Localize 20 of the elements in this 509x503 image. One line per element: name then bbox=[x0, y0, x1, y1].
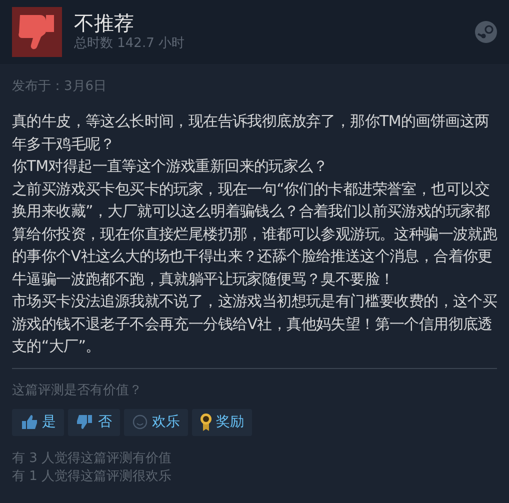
review-paragraph: 真的牛皮，等这么长时间，现在告诉我彻底放弃了，那你TM的画饼画这两年多干鸡毛呢？ bbox=[12, 111, 490, 154]
post-date: 发布于：3月6日 bbox=[12, 78, 108, 96]
award-button[interactable]: 奖励 bbox=[192, 408, 252, 436]
thumbs-down-icon bbox=[12, 7, 62, 57]
helpful-question: 这篇评测是否有价值？ bbox=[12, 382, 143, 398]
no-button[interactable]: 否 bbox=[68, 408, 120, 436]
yes-button[interactable]: 是 bbox=[12, 408, 64, 436]
review-verdict: 不推荐 bbox=[74, 11, 135, 35]
review-paragraph: 你TM对得起一直等这个游戏重新回来的玩家么？ bbox=[12, 156, 329, 177]
smiley-icon bbox=[132, 414, 148, 430]
steam-logo-icon bbox=[475, 21, 497, 43]
vote-count-text: 有 1 人觉得这篇评测很欢乐 bbox=[12, 468, 173, 486]
thumbs-down-icon bbox=[76, 414, 94, 430]
funny-button[interactable]: 欢乐 bbox=[124, 408, 188, 436]
vote-count-text: 有 3 人觉得这篇评测有价值 bbox=[12, 450, 173, 468]
review-paragraph: 市场买卡没法追源我就不说了，这游戏当初想玩是有门槛要收费的，这个买游戏的钱不退老子不会再充一分钱给V社，真他妈失望！第一个信用彻底透支的“大厂”。 bbox=[12, 291, 498, 357]
review-paragraph: 之前买游戏买卡包买卡的玩家，现在一句“你们的卡都进荣誉室，也可以交换用来收藏”，大厂就可以这么明着骗钱么？合着我们以前买游戏的玩家都算给你投资，现在你直接烂尾楼扔那，谁都可以参观游玩。这种骗一波就跑的事你个V社这么大的场也干得出来？还舔个脸给推送这个消息，合着你更牛逼骗一波跑都不跑，真就躺平让玩家随便骂？臭不要脸！ bbox=[12, 178, 498, 290]
thumbs-up-icon bbox=[20, 414, 38, 430]
play-hours: 总时数 142.7 小时 bbox=[74, 35, 186, 53]
award-ribbon-icon bbox=[200, 413, 212, 431]
